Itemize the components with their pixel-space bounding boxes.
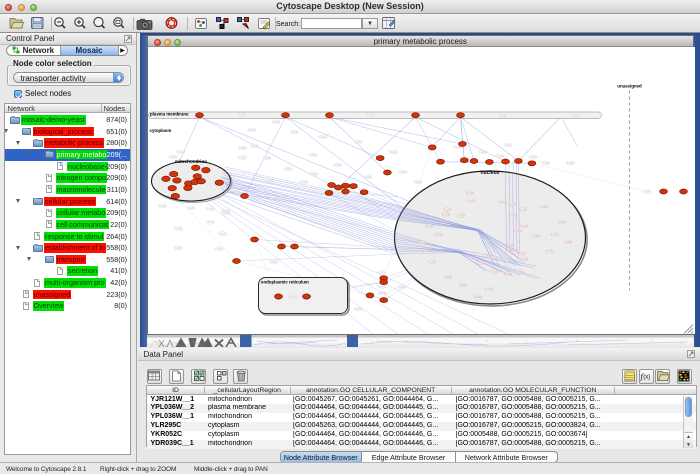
- svg-text:Yxx00x: Yxx00x: [504, 274, 512, 276]
- svg-text:Yxx00x: Yxx00x: [545, 251, 553, 253]
- svg-text:Yxx00x: Yxx00x: [564, 242, 572, 244]
- svg-text:Yxx00x: Yxx00x: [269, 262, 277, 264]
- svg-text:Yxx00x: Yxx00x: [498, 116, 506, 118]
- svg-text:Yxx00x: Yxx00x: [520, 226, 528, 228]
- svg-text:Yxx00x: Yxx00x: [414, 182, 422, 184]
- svg-text:Yxx00x: Yxx00x: [419, 242, 427, 244]
- svg-text:Yxx00x: Yxx00x: [215, 249, 223, 251]
- svg-text:Yxx00x: Yxx00x: [423, 251, 431, 253]
- svg-text:unassigned: unassigned: [617, 84, 642, 89]
- svg-text:Yxx00x: Yxx00x: [509, 216, 517, 218]
- svg-text:(x): (x): [643, 375, 650, 381]
- svg-text:Yxx00x: Yxx00x: [248, 130, 256, 132]
- svg-text:Yxx00x: Yxx00x: [518, 254, 526, 256]
- svg-text:Yxx00x: Yxx00x: [378, 286, 386, 288]
- svg-text:Yxx00x: Yxx00x: [222, 213, 230, 215]
- svg-text:Yxx00x: Yxx00x: [284, 169, 292, 171]
- svg-text:Yxx00x: Yxx00x: [398, 287, 406, 289]
- svg-text:Yxx00x: Yxx00x: [434, 235, 442, 237]
- svg-text:Yxx00x: Yxx00x: [442, 214, 450, 216]
- svg-text:Yxx00x: Yxx00x: [540, 207, 548, 209]
- svg-text:Yxx00x: Yxx00x: [425, 226, 433, 228]
- svg-text:Yxx00x: Yxx00x: [515, 271, 523, 273]
- svg-text:Yxx00x: Yxx00x: [250, 146, 258, 148]
- svg-text:Yxx00x: Yxx00x: [566, 163, 574, 165]
- svg-text:Yxx00x: Yxx00x: [467, 201, 475, 203]
- svg-text:Yxx00x: Yxx00x: [490, 258, 498, 260]
- svg-text:Yxx00x: Yxx00x: [499, 202, 507, 204]
- svg-text:Yxx00x: Yxx00x: [187, 208, 195, 210]
- svg-text:Yxx00x: Yxx00x: [290, 132, 298, 134]
- svg-text:Yxx00x: Yxx00x: [550, 235, 558, 237]
- svg-text:Yxx00x: Yxx00x: [479, 152, 487, 154]
- svg-text:mitochondrion: mitochondrion: [174, 159, 206, 164]
- svg-text:Yxx00x: Yxx00x: [334, 165, 342, 167]
- svg-text:Yxx00x: Yxx00x: [466, 193, 474, 195]
- svg-text:Yxx00x: Yxx00x: [310, 174, 318, 176]
- svg-text:Yxx00x: Yxx00x: [206, 208, 214, 210]
- svg-text:Yxx00x: Yxx00x: [443, 209, 451, 211]
- svg-text:Yxx00x: Yxx00x: [454, 147, 462, 149]
- svg-text:Yxx00x: Yxx00x: [288, 297, 296, 299]
- svg-text:Yxx00x: Yxx00x: [519, 209, 527, 211]
- svg-text:Yxx00x: Yxx00x: [504, 145, 512, 147]
- svg-text:Yxx00x: Yxx00x: [364, 177, 372, 179]
- svg-text:Yxx00x: Yxx00x: [377, 272, 385, 274]
- svg-text:Yxx00x: Yxx00x: [507, 204, 515, 206]
- svg-text:Yxx00x: Yxx00x: [354, 309, 362, 311]
- svg-text:Yxx00x: Yxx00x: [428, 261, 436, 263]
- svg-text:Yxx00x: Yxx00x: [389, 152, 397, 154]
- svg-text:Yxx00x: Yxx00x: [378, 293, 386, 295]
- svg-text:Yxx00x: Yxx00x: [514, 231, 522, 233]
- svg-text:Yxx00x: Yxx00x: [169, 157, 177, 159]
- svg-text:Yxx00x: Yxx00x: [506, 245, 514, 247]
- svg-text:Yxx00x: Yxx00x: [520, 259, 528, 261]
- svg-text:Yxx00x: Yxx00x: [457, 216, 465, 218]
- svg-text:nucleus: nucleus: [480, 170, 499, 176]
- svg-text:Yxx00x: Yxx00x: [496, 156, 504, 158]
- svg-text:Yxx00x: Yxx00x: [366, 114, 374, 116]
- svg-text:Yxx00x: Yxx00x: [459, 285, 467, 287]
- svg-text:Yxx00x: Yxx00x: [444, 277, 452, 279]
- svg-text:Yxx00x: Yxx00x: [399, 172, 407, 174]
- svg-text:cytoplasm: cytoplasm: [149, 128, 171, 133]
- svg-text:Yxx00x: Yxx00x: [558, 222, 566, 224]
- svg-text:Yxx00x: Yxx00x: [174, 229, 182, 231]
- svg-text:Yxx00x: Yxx00x: [263, 158, 271, 160]
- svg-text:Yxx00x: Yxx00x: [529, 157, 537, 159]
- svg-text:Yxx00x: Yxx00x: [319, 137, 327, 139]
- svg-text:Yxx00x: Yxx00x: [572, 115, 580, 117]
- svg-text:Yxx00x: Yxx00x: [542, 163, 550, 165]
- svg-text:Yxx00x: Yxx00x: [354, 142, 362, 144]
- svg-text:Yxx00x: Yxx00x: [309, 155, 317, 157]
- svg-text:Yxx00x: Yxx00x: [218, 233, 226, 235]
- svg-text:endoplasmic reticulum: endoplasmic reticulum: [261, 280, 309, 285]
- svg-text:Yxx00x: Yxx00x: [531, 236, 539, 238]
- svg-text:Yxx00x: Yxx00x: [643, 192, 651, 194]
- svg-text:Yxx00x: Yxx00x: [174, 248, 182, 250]
- svg-text:Yxx00x: Yxx00x: [158, 206, 166, 208]
- svg-text:Yxx00x: Yxx00x: [485, 289, 493, 291]
- svg-text:Yxx00x: Yxx00x: [265, 181, 273, 183]
- svg-text:Yxx00x: Yxx00x: [300, 182, 308, 184]
- svg-text:Yxx00x: Yxx00x: [474, 297, 482, 299]
- svg-text:Yxx00x: Yxx00x: [206, 222, 214, 224]
- svg-text:Yxx00x: Yxx00x: [272, 122, 280, 124]
- svg-text:plasma membrane: plasma membrane: [150, 112, 189, 117]
- svg-text:Yxx00x: Yxx00x: [238, 157, 246, 159]
- svg-text:Yxx00x: Yxx00x: [176, 152, 184, 154]
- svg-text:Yxx00x: Yxx00x: [476, 263, 484, 265]
- svg-text:Yxx00x: Yxx00x: [238, 148, 246, 150]
- svg-text:Yxx00x: Yxx00x: [237, 114, 245, 116]
- svg-text:Yxx00x: Yxx00x: [491, 271, 499, 273]
